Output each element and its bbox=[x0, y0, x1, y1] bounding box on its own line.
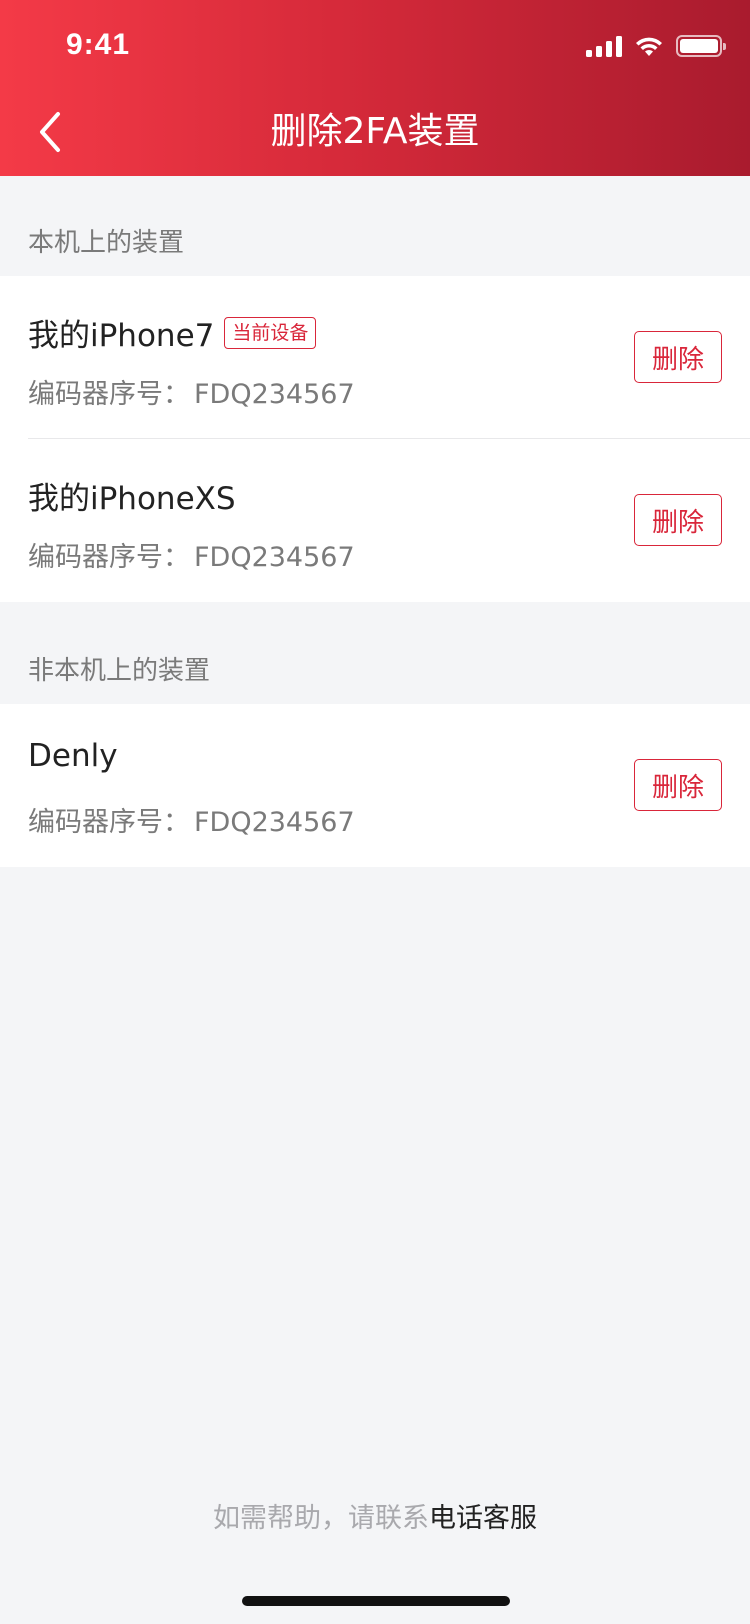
device-row: Denly 编码器序号： FDQ234567 删除 bbox=[0, 704, 750, 867]
device-name: 我的iPhone7 bbox=[28, 318, 215, 354]
phone-support-link[interactable]: 电话客服 bbox=[429, 1503, 537, 1534]
serial-value: FDQ234567 bbox=[194, 379, 355, 410]
app-header: 9:41 删除2FA装置 bbox=[0, 0, 750, 176]
serial-label: 编码器序号： bbox=[28, 542, 190, 573]
device-name-row: 我的iPhoneXS bbox=[28, 473, 236, 518]
status-time: 9:41 bbox=[66, 28, 131, 61]
device-serial: 编码器序号： FDQ234567 bbox=[28, 535, 355, 574]
serial-label: 编码器序号： bbox=[28, 379, 190, 410]
local-devices-card: 我的iPhone7 当前设备 编码器序号： FDQ234567 删除 我的iPho… bbox=[0, 276, 750, 602]
device-serial: 编码器序号： FDQ234567 bbox=[28, 800, 355, 839]
wifi-icon bbox=[636, 37, 662, 56]
delete-button[interactable]: 删除 bbox=[634, 331, 722, 383]
serial-label: 编码器序号： bbox=[28, 807, 190, 838]
help-footer: 如需帮助，请联系电话客服 bbox=[0, 1496, 750, 1535]
home-indicator bbox=[242, 1596, 510, 1606]
device-name: 我的iPhoneXS bbox=[28, 481, 236, 517]
section-label-remote: 非本机上的装置 bbox=[28, 656, 211, 686]
cellular-signal-icon bbox=[586, 35, 622, 57]
remote-devices-card: Denly 编码器序号： FDQ234567 删除 bbox=[0, 704, 750, 867]
device-serial: 编码器序号： FDQ234567 bbox=[28, 372, 355, 411]
delete-button[interactable]: 删除 bbox=[634, 759, 722, 811]
device-row: 我的iPhoneXS 编码器序号： FDQ234567 删除 bbox=[0, 439, 750, 602]
help-text: 如需帮助，请联系 bbox=[213, 1503, 429, 1534]
serial-value: FDQ234567 bbox=[194, 542, 355, 573]
page-title: 删除2FA装置 bbox=[270, 111, 480, 152]
current-device-badge: 当前设备 bbox=[224, 316, 317, 349]
battery-icon bbox=[676, 35, 726, 57]
delete-button[interactable]: 删除 bbox=[634, 494, 722, 546]
status-icons bbox=[586, 34, 726, 58]
device-name-row: 我的iPhone7 当前设备 bbox=[28, 310, 317, 355]
device-name: Denly bbox=[28, 738, 118, 774]
device-row: 我的iPhone7 当前设备 编码器序号： FDQ234567 删除 bbox=[0, 276, 750, 439]
section-label-local: 本机上的装置 bbox=[28, 228, 185, 258]
serial-value: FDQ234567 bbox=[194, 807, 355, 838]
device-name-row: Denly bbox=[28, 738, 118, 774]
